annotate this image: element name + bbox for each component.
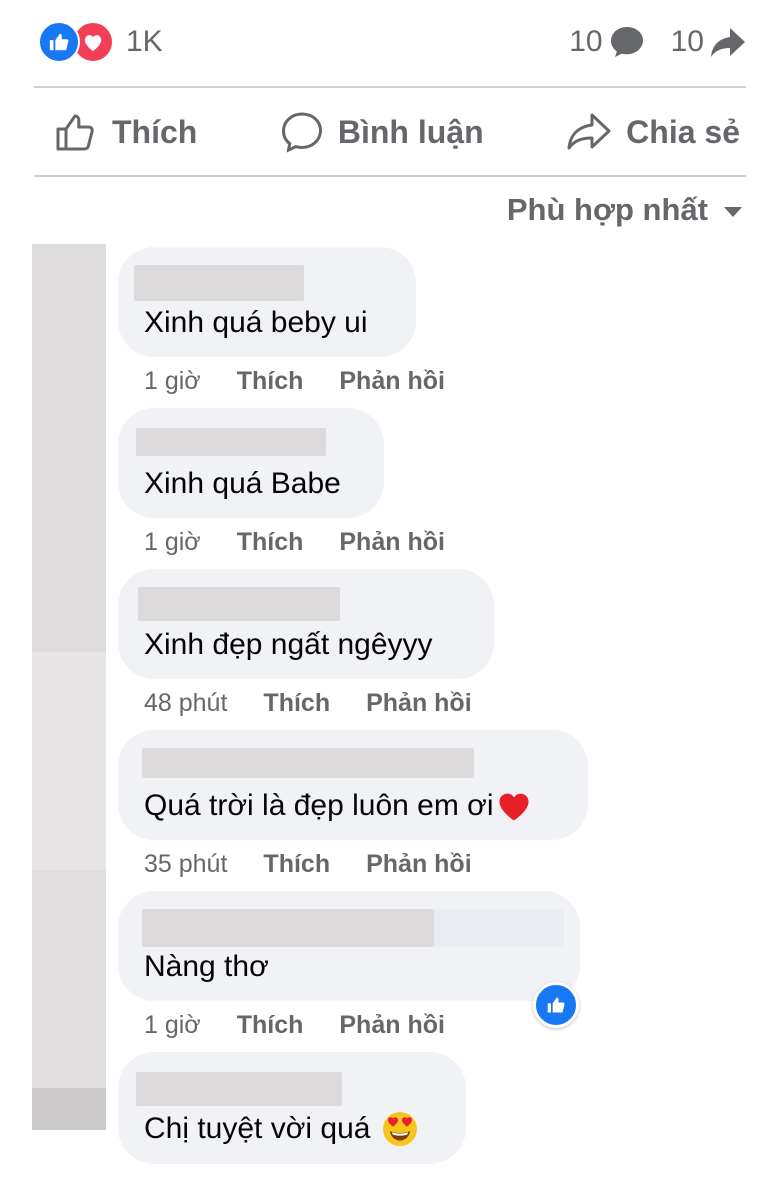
- comment-text-row: Chị tuyệt vời quá: [144, 1108, 418, 1150]
- divider: [34, 175, 746, 177]
- comment-reply-button[interactable]: Phản hồi: [366, 689, 472, 718]
- commenter-name-blurred[interactable]: [136, 428, 326, 456]
- comment-bubble: Quá trời là đẹp luôn em ơi: [118, 730, 588, 840]
- comment-text: Quá trời là đẹp luôn em ơi: [144, 789, 494, 822]
- sort-label: Phù hợp nhất: [506, 192, 708, 227]
- comment-time[interactable]: 48 phút: [144, 689, 227, 718]
- comment-actions: 48 phút Thích Phản hồi: [144, 686, 472, 720]
- comment-like-button[interactable]: Thích: [263, 689, 330, 718]
- comment-icon: [281, 112, 322, 153]
- share-button-label: Chia sẻ: [626, 113, 740, 150]
- comment-actions: 1 giờ Thích Phản hồi: [144, 525, 445, 559]
- commenter-name-blurred[interactable]: [136, 1072, 342, 1106]
- comment-text: Xinh quá beby ui: [144, 306, 368, 339]
- comment-time[interactable]: 1 giờ: [144, 528, 201, 557]
- divider: [34, 86, 746, 88]
- share-button[interactable]: Chia sẻ: [546, 111, 746, 153]
- comment-actions: 35 phút Thích Phản hồi: [144, 847, 472, 881]
- commenter-name-blurred: [434, 909, 564, 947]
- comment-count: 10: [569, 25, 603, 58]
- thumbs-up-icon: [56, 114, 94, 151]
- reaction-count: 1K: [126, 25, 163, 58]
- comment-like-button[interactable]: Thích: [237, 367, 304, 396]
- post-stats: 10 10: [569, 22, 746, 62]
- comment-text: Chị tuyệt vời quá: [144, 1112, 371, 1145]
- comment-time[interactable]: 1 giờ: [144, 367, 201, 396]
- heart-eyes-emoji: [383, 1112, 418, 1146]
- post-action-bar: Thích Bình luận Chia sẻ: [34, 90, 746, 174]
- comment-bubble: Xinh quá Babe: [118, 408, 384, 518]
- comment-bubble-icon: [610, 27, 643, 57]
- comment-actions: 1 giờ Thích Phản hồi: [144, 1008, 445, 1042]
- comment-reply-button[interactable]: Phản hồi: [366, 850, 472, 879]
- comment-reply-button[interactable]: Phản hồi: [339, 528, 445, 557]
- heart-icon: [498, 793, 529, 821]
- caret-down-icon: [724, 207, 742, 217]
- like-reaction-badge[interactable]: [533, 982, 579, 1028]
- share-count: 10: [670, 25, 704, 58]
- comment-bubble: Xinh đẹp ngất ngêyyy: [118, 569, 494, 679]
- commenter-name-blurred[interactable]: [134, 265, 304, 301]
- comment-text: Xinh đẹp ngất ngêyyy: [144, 628, 433, 661]
- comment-like-button[interactable]: Thích: [263, 850, 330, 879]
- comment-bubble: Xinh quá beby ui: [118, 247, 416, 357]
- comment-actions: 1 giờ Thích Phản hồi: [144, 364, 445, 398]
- comment-like-button[interactable]: Thích: [237, 1011, 304, 1040]
- comment-sort-dropdown[interactable]: Phù hợp nhất: [507, 188, 742, 232]
- commenter-name-blurred[interactable]: [142, 748, 474, 778]
- comment-reply-button[interactable]: Phản hồi: [339, 1011, 445, 1040]
- comment-button[interactable]: Bình luận: [260, 110, 504, 154]
- commenter-name-blurred[interactable]: [142, 909, 434, 947]
- comment-bubble: Chị tuyệt vời quá: [118, 1052, 466, 1164]
- commenter-name-blurred[interactable]: [138, 587, 340, 621]
- comment-time[interactable]: 1 giờ: [144, 1011, 201, 1040]
- comment-button-label: Bình luận: [337, 113, 484, 150]
- reaction-summary[interactable]: 1K: [38, 21, 163, 63]
- comment-text: Nàng thơ: [144, 950, 269, 983]
- comment-text-row: Quá trời là đẹp luôn em ơi: [144, 786, 532, 826]
- comment-like-button[interactable]: Thích: [237, 528, 304, 557]
- like-button[interactable]: Thích: [34, 110, 217, 154]
- like-button-label: Thích: [112, 113, 198, 150]
- share-arrow-icon: [711, 28, 745, 57]
- share-icon: [567, 113, 611, 150]
- like-reaction-icon: [38, 21, 80, 63]
- comment-bubble: Nàng thơ: [118, 891, 580, 1001]
- like-icon: [547, 997, 565, 1013]
- comment-text: Xinh quá Babe: [144, 467, 341, 500]
- comment-reply-button[interactable]: Phản hồi: [339, 367, 445, 396]
- comment-time[interactable]: 35 phút: [144, 850, 227, 879]
- share-count-stat[interactable]: 10: [671, 25, 746, 59]
- comment-count-stat[interactable]: 10: [569, 25, 644, 59]
- avatar-column-blurred: [32, 244, 106, 1130]
